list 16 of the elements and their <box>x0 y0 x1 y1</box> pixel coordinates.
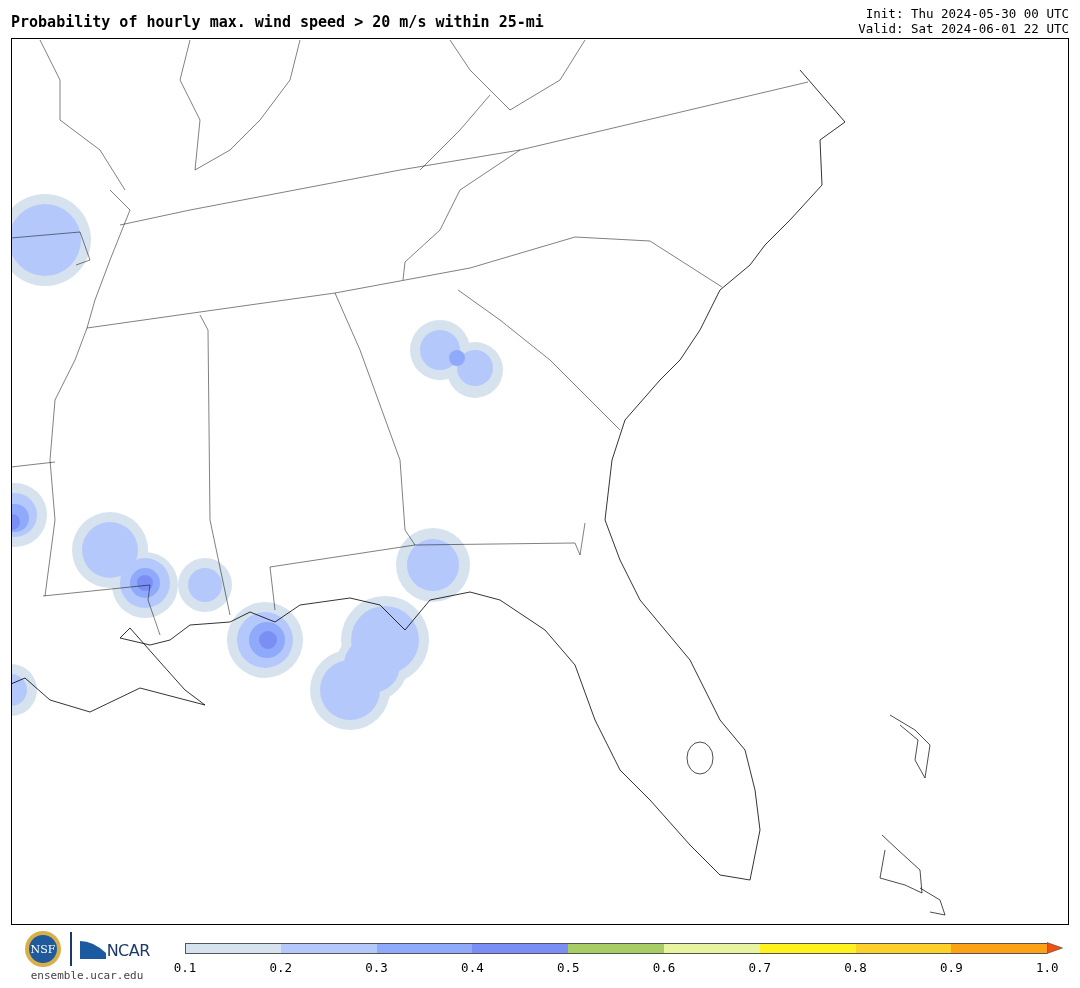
nsf-seal-logo: NSF <box>24 930 63 968</box>
colorbar-tick-label: 0.1 <box>173 960 197 975</box>
colorbar-tick-label: 0.7 <box>748 960 772 975</box>
colorbar-tick-label: 1.0 <box>1035 960 1059 975</box>
init-time: Init: Thu 2024-05-30 00 UTC <box>864 6 1069 21</box>
colorbar-tick-label: 0.8 <box>844 960 867 975</box>
colorbar-tick-label: 0.9 <box>940 960 963 975</box>
ncar-logo: NCAR <box>79 939 150 959</box>
colorbar-tick-label: 0.4 <box>461 960 484 975</box>
chart-title: Probability of hourly max. wind speed > 20 m/s within 25-mi <box>11 13 544 31</box>
colorbar-tick-label: 0.3 <box>365 960 388 975</box>
site-url: ensemble.ucar.edu <box>30 969 144 982</box>
colorbar-tick-label: 0.2 <box>269 960 293 975</box>
valid-time: Valid: Sat 2024-06-01 22 UTC <box>858 21 1069 36</box>
colorbar-tick-label: 0.5 <box>556 960 580 975</box>
colorbar-tick-label: 0.6 <box>652 960 676 975</box>
